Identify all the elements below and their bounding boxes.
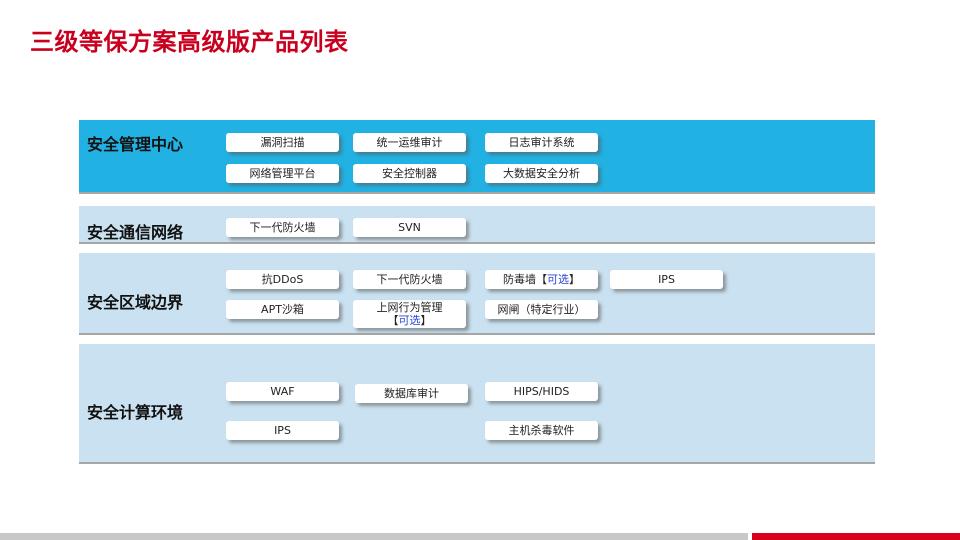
footer-bar <box>0 533 748 540</box>
product-ips[interactable]: IPS <box>226 421 339 440</box>
section-label: 安全管理中心 <box>87 135 184 154</box>
section-communication-network: 安全通信网络 下一代防火墙 SVN <box>79 206 875 244</box>
product-svn[interactable]: SVN <box>353 218 466 237</box>
product-anti-ddos[interactable]: 抗DDoS <box>226 270 339 289</box>
product-host-antivirus[interactable]: 主机杀毒软件 <box>485 421 598 440</box>
section-management-center: 安全管理中心 漏洞扫描 统一运维审计 日志审计系统 网络管理平台 安全控制器 大… <box>79 120 875 194</box>
product-network-gatekeeper[interactable]: 网闸（特定行业） <box>485 300 598 319</box>
section-computing-environment: 安全计算环境 WAF 数据库审计 HIPS/HIDS IPS 主机杀毒软件 <box>79 344 875 464</box>
product-behavior-mgmt[interactable]: 上网行为管理 【可选】 <box>353 300 466 328</box>
product-security-controller[interactable]: 安全控制器 <box>353 164 466 183</box>
section-label: 安全通信网络 <box>87 223 184 242</box>
product-name: 上网行为管理 <box>376 301 443 314</box>
product-hips-hids[interactable]: HIPS/HIDS <box>485 382 598 401</box>
footer-accent-bar <box>752 533 960 540</box>
product-ips[interactable]: IPS <box>610 270 723 289</box>
product-name: 防毒墙 <box>503 273 536 286</box>
product-bigdata-analysis[interactable]: 大数据安全分析 <box>485 164 598 183</box>
optional-tag: 可选 <box>547 273 569 286</box>
section-label: 安全区域边界 <box>87 293 184 312</box>
product-ngfw[interactable]: 下一代防火墙 <box>226 218 339 237</box>
section-area-boundary: 安全区域边界 抗DDoS 下一代防火墙 防毒墙【可选】 IPS APT沙箱 上网… <box>79 253 875 335</box>
product-vuln-scan[interactable]: 漏洞扫描 <box>226 133 339 152</box>
product-apt-sandbox[interactable]: APT沙箱 <box>226 300 339 319</box>
product-ngfw[interactable]: 下一代防火墙 <box>353 270 466 289</box>
product-db-audit[interactable]: 数据库审计 <box>355 384 468 403</box>
product-waf[interactable]: WAF <box>226 382 339 401</box>
page-title: 三级等保方案高级版产品列表 <box>30 28 349 56</box>
optional-tag: 可选 <box>398 314 421 327</box>
product-log-audit[interactable]: 日志审计系统 <box>485 133 598 152</box>
product-antivirus-gateway[interactable]: 防毒墙【可选】 <box>485 270 598 289</box>
product-network-mgmt[interactable]: 网络管理平台 <box>226 164 339 183</box>
section-label: 安全计算环境 <box>87 403 184 422</box>
product-ops-audit[interactable]: 统一运维审计 <box>353 133 466 152</box>
